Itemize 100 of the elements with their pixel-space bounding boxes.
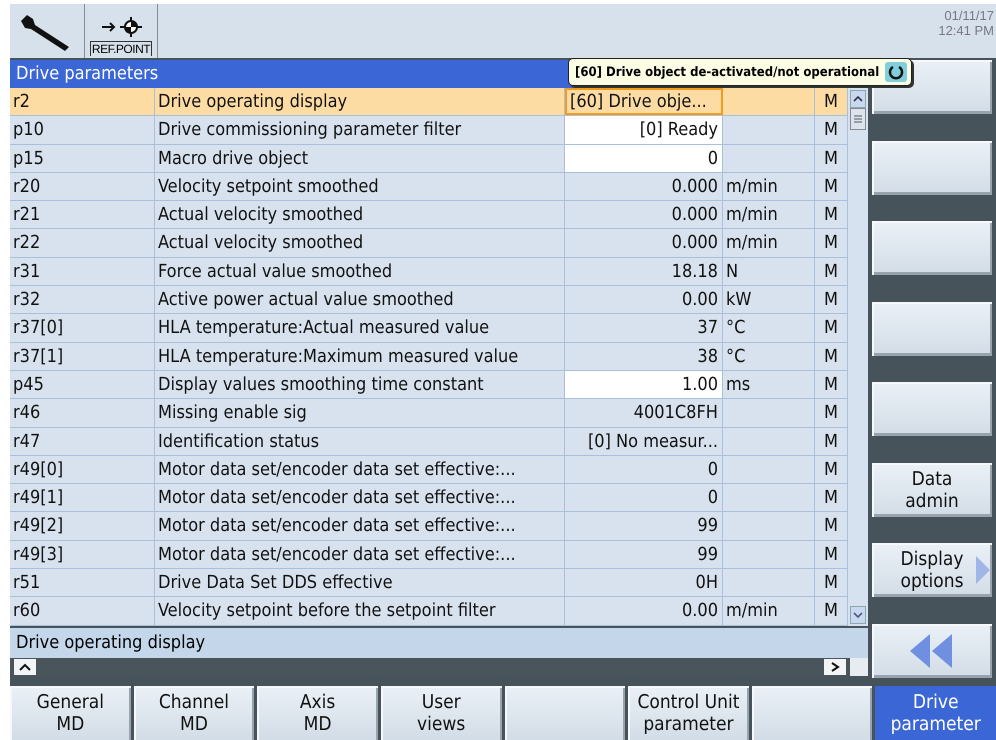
table-row[interactable]: r2 Drive operating display [60] Drive obje... M	[10, 88, 848, 116]
value-field[interactable]: 1.00	[565, 370, 723, 398]
parameter-value: 38	[565, 342, 723, 370]
softkey[interactable]: Data admin	[872, 462, 992, 516]
unit-text: m/min	[723, 597, 815, 625]
scroll-thumb-icon[interactable]	[850, 108, 866, 130]
parameter-id: r51	[10, 569, 155, 596]
table-row[interactable]: r46 Missing enable sig 4001C8FH M	[10, 399, 848, 428]
parameter-value: 0	[565, 456, 723, 484]
parameter-id: r21	[10, 201, 155, 228]
table-row[interactable]: r22 Actual velocity smoothed 0.000 m/min M	[10, 229, 848, 258]
table-row[interactable]: r20 Velocity setpoint smoothed 0.000 m/min M	[10, 172, 848, 202]
table-row[interactable]: r49[3] Motor data set/encoder data set effective:... 99 M	[10, 540, 848, 570]
scrollbar-corner	[850, 658, 868, 676]
table-row[interactable]: p15 Macro drive object 0 M	[10, 144, 848, 173]
parameter-id: r49[0]	[10, 456, 155, 484]
parameter-id: r60	[10, 597, 155, 625]
parameter-id: r49[3]	[10, 540, 155, 568]
table-row[interactable]: r37[0] HLA temperature:Actual measured value 37 °C M	[10, 314, 848, 343]
table-row[interactable]: p45 Display values smoothing time constant 1.00 ms M	[10, 370, 848, 400]
parameter-id: r46	[10, 399, 155, 427]
parameter-id: r22	[10, 229, 155, 257]
table-row[interactable]: r51 Drive Data Set DDS effective 0H M	[10, 569, 848, 598]
vertical-scrollbar[interactable]	[848, 88, 868, 626]
parameter-description: Actual velocity smoothed	[155, 201, 565, 228]
table-row[interactable]: r49[2] Motor data set/encoder data set effective:... 99 M	[10, 512, 848, 541]
unit-text: m/min	[723, 229, 815, 257]
parameter-description: Motor data set/encoder data set effective:...	[155, 456, 565, 484]
parameter-id: p45	[10, 370, 155, 398]
table-row[interactable]: r60 Velocity setpoint before the setpoint filter 0.00 m/min M	[10, 597, 848, 626]
softkey[interactable]: Display options	[872, 543, 992, 597]
table-row[interactable]: r49[1] Motor data set/encoder data set effective:... 0 M	[10, 484, 848, 512]
parameter-description: HLA temperature:Actual measured value	[155, 314, 565, 342]
parameter-description: Actual velocity smoothed	[155, 229, 565, 257]
parameter-id: r37[1]	[10, 342, 155, 370]
parameter-description: Drive operating display	[155, 88, 565, 116]
softkey[interactable]: General MD	[10, 686, 131, 740]
parameter-value: 0.00	[565, 597, 723, 625]
scroll-right-icon[interactable]	[824, 658, 846, 675]
table-row[interactable]: r31 Force actual value smoothed 18.18 N M	[10, 258, 848, 286]
back-button[interactable]	[872, 624, 992, 678]
table-row[interactable]: r49[0] Motor data set/encoder data set effective:... 0 M	[10, 456, 848, 484]
table-row[interactable]: r21 Actual velocity smoothed 0.000 m/min M	[10, 201, 848, 230]
parameter-id: r2	[10, 88, 155, 116]
value-field[interactable]: [0] Ready	[565, 116, 723, 144]
parameter-description: Motor data set/encoder data set effective:...	[155, 484, 565, 512]
softkey[interactable]: Control Unit parameter	[628, 686, 749, 740]
arrow-right-icon	[976, 556, 990, 584]
ref-point-button[interactable]: REF.POINT	[85, 4, 158, 58]
parameter-description: Motor data set/encoder data set effective:...	[155, 512, 565, 540]
scroll-up-icon[interactable]	[850, 90, 866, 108]
parameter-description: Drive Data Set DDS effective	[155, 569, 565, 596]
parameter-value: 0	[565, 484, 723, 512]
parameter-description: Motor data set/encoder data set effective:...	[155, 540, 565, 568]
softkey[interactable]: Channel MD	[134, 686, 254, 740]
parameter-id: r49[1]	[10, 484, 155, 512]
parameter-id: p15	[10, 144, 155, 172]
unit-text: °C	[723, 342, 815, 370]
table-row[interactable]: r47 Identification status [0] No measur... M	[10, 428, 848, 456]
parameter-value: 0.000	[565, 172, 723, 200]
ref-point-label: REF.POINT	[90, 41, 152, 56]
parameter-description: Missing enable sig	[155, 399, 565, 427]
parameter-description: Velocity setpoint smoothed	[155, 172, 565, 200]
unit-text: N	[723, 258, 815, 286]
parameter-id: r32	[10, 286, 155, 314]
parameter-description: Active power actual value smoothed	[155, 286, 565, 314]
parameter-value: 0.000	[565, 201, 723, 228]
unit-text: m/min	[723, 201, 815, 228]
parameter-value: 0H	[565, 569, 723, 596]
parameter-id: r31	[10, 258, 155, 286]
parameter-description: Identification status	[155, 428, 565, 455]
refresh-icon	[885, 62, 908, 82]
parameter-value: 0.00	[565, 286, 723, 314]
value-field[interactable]: 0	[565, 144, 723, 172]
table-row[interactable]: p10 Drive commissioning parameter filter [0] Ready M	[10, 116, 848, 145]
parameter-id: r37[0]	[10, 314, 155, 342]
time-text: 12:41 PM	[938, 23, 994, 38]
parameter-value: 99	[565, 540, 723, 568]
softkey[interactable]: Drive parameter	[875, 686, 996, 740]
date-text: 01/11/17	[944, 8, 994, 23]
parameter-value: 18.18	[565, 258, 723, 286]
table-row[interactable]: r37[1] HLA temperature:Maximum measured value 38 °C M	[10, 342, 848, 371]
parameter-description: HLA temperature:Maximum measured value	[155, 342, 565, 370]
softkey[interactable]: User views	[380, 686, 502, 740]
parameter-description: Velocity setpoint before the setpoint filter	[155, 597, 565, 625]
parameter-value: [60] Drive obje...	[565, 88, 723, 116]
parameter-value: 0.000	[565, 229, 723, 257]
scroll-up-icon[interactable]	[14, 658, 36, 675]
parameter-value: [0] No measur...	[565, 428, 723, 455]
parameter-id: r47	[10, 428, 155, 455]
parameter-description: Force actual value smoothed	[155, 258, 565, 286]
parameter-value: 99	[565, 512, 723, 540]
table-row[interactable]: r32 Active power actual value smoothed 0.00 kW M	[10, 286, 848, 314]
parameter-id: r49[2]	[10, 512, 155, 540]
unit-text: kW	[723, 286, 815, 314]
unit-text: ms	[723, 370, 815, 398]
scroll-down-icon[interactable]	[850, 606, 866, 624]
softkey[interactable]: Axis MD	[257, 686, 378, 740]
parameter-id: r20	[10, 172, 155, 200]
parameter-value: 4001C8FH	[565, 399, 723, 427]
